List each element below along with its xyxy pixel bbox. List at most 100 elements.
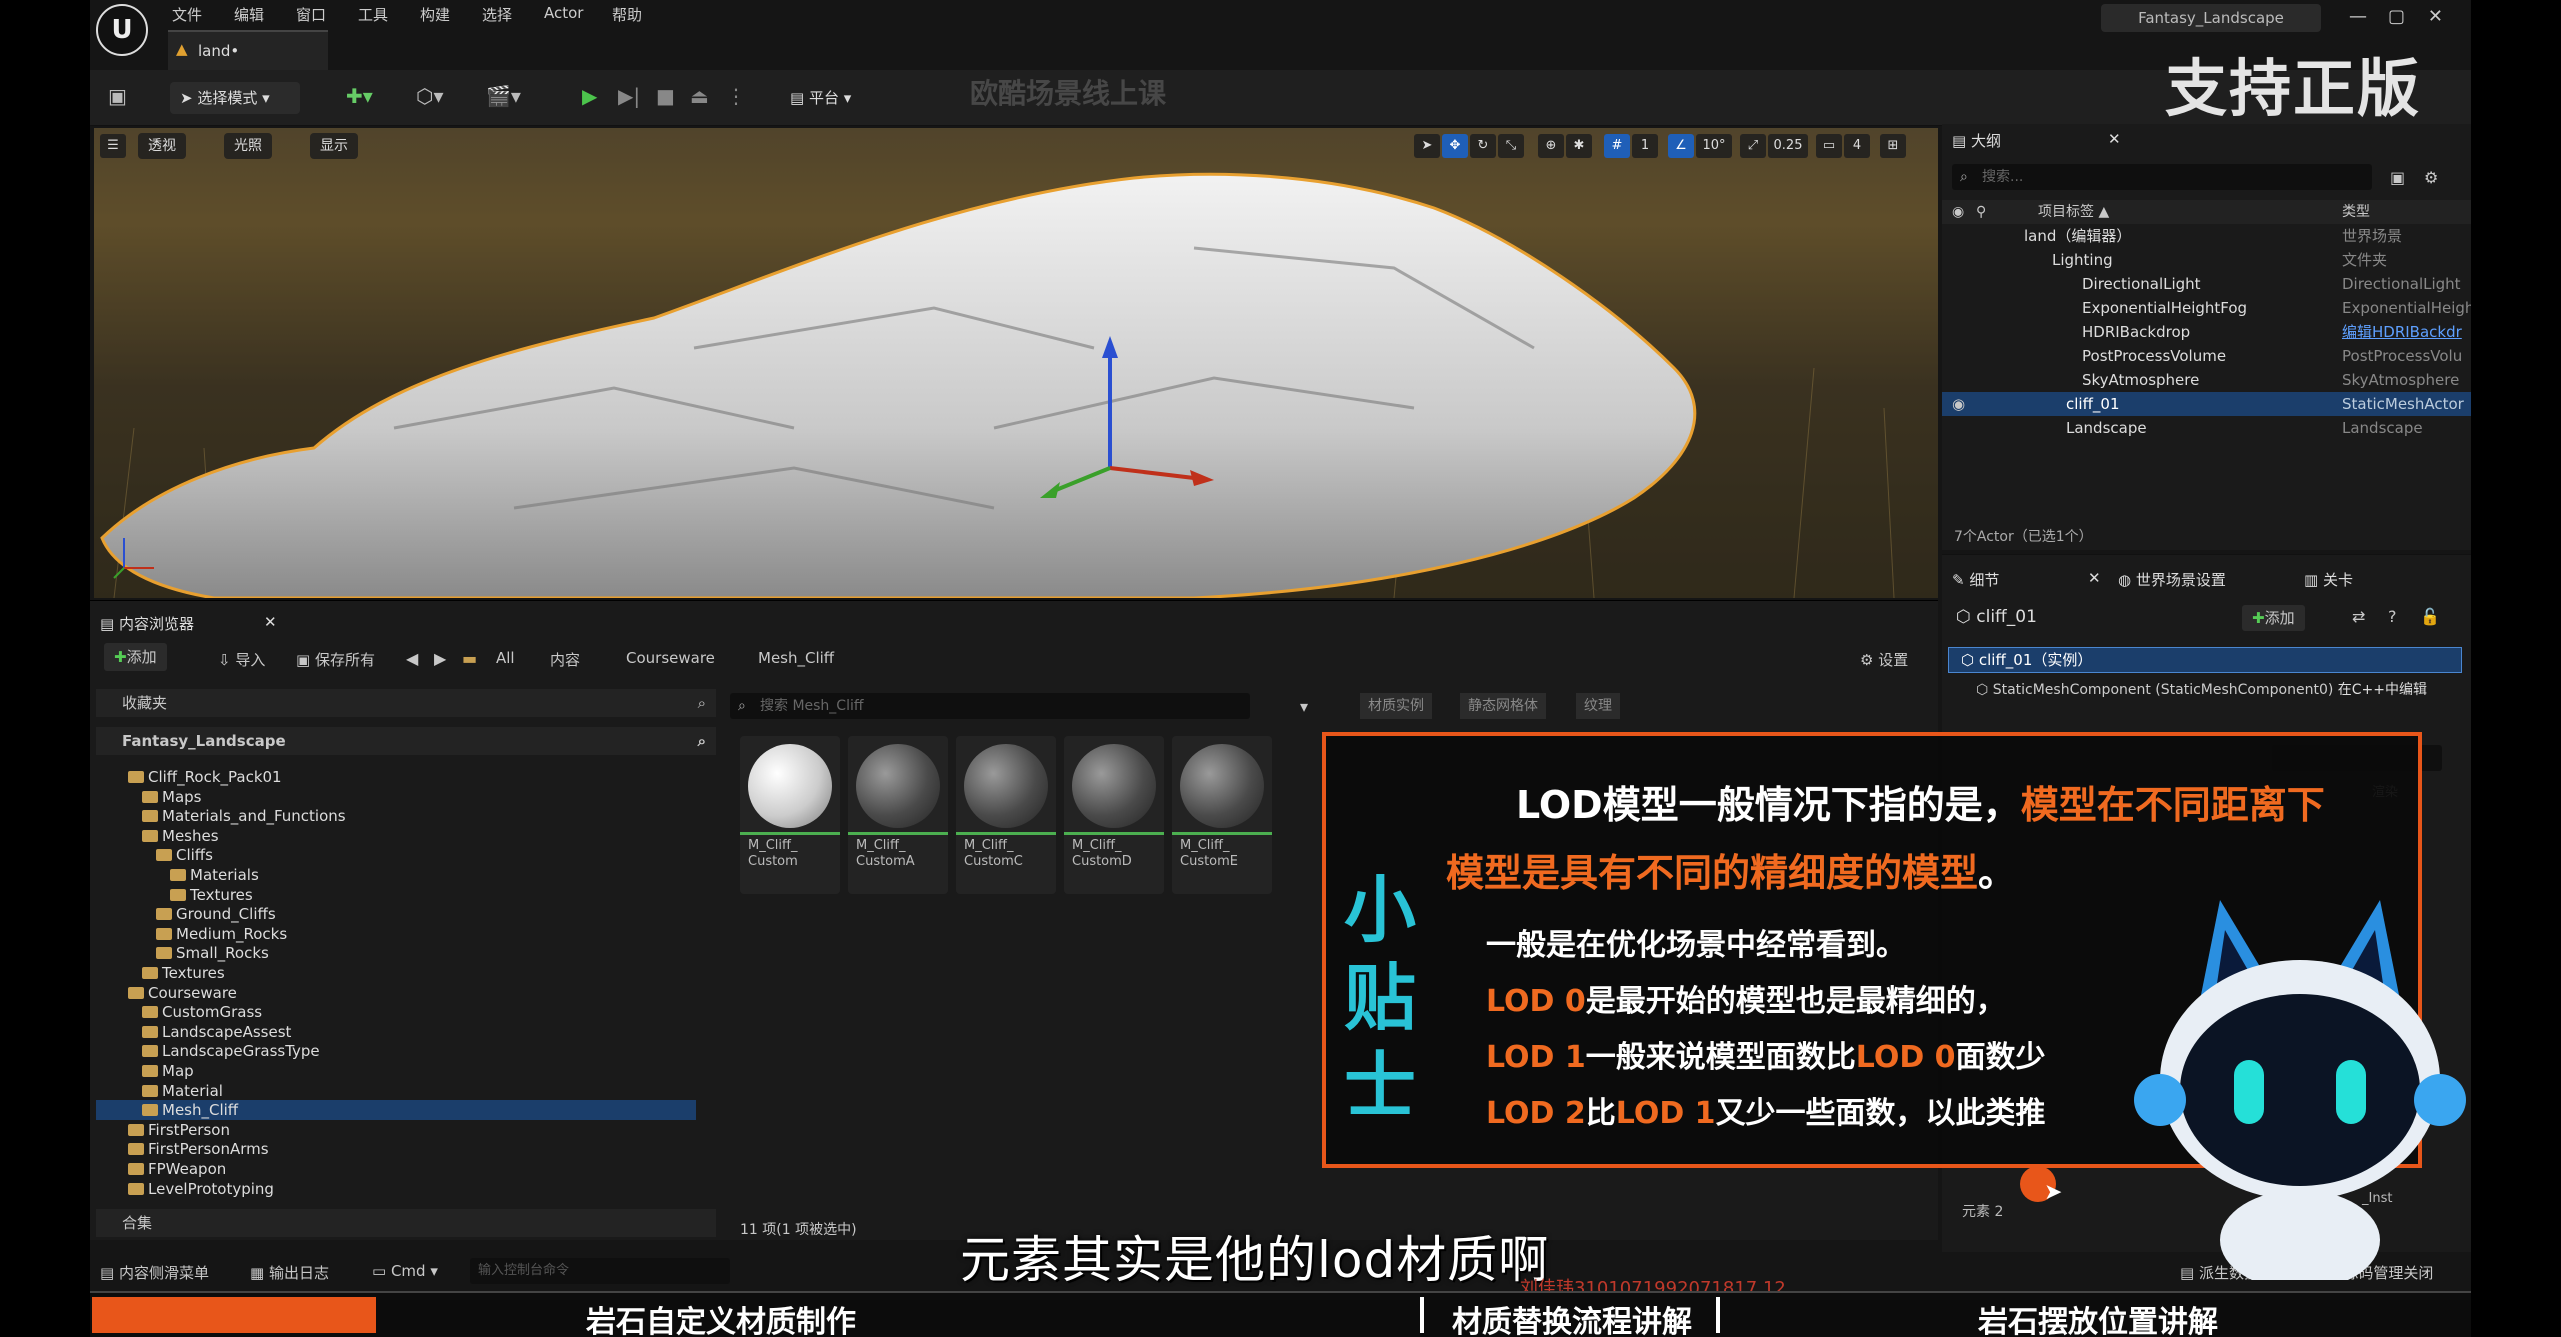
- tree-item[interactable]: LevelPrototyping: [128, 1179, 274, 1199]
- import-button[interactable]: ⇩ 导入: [218, 649, 265, 670]
- level-viewport[interactable]: ☰ 透视 光照 显示 ➤ ✥ ↻ ⤡ ⊕ ✱ # 1 ∠ 10° ⤢ 0.25 …: [94, 128, 1938, 598]
- console-input[interactable]: 输入控制台命令: [470, 1258, 730, 1284]
- help-icon[interactable]: ?: [2388, 607, 2397, 626]
- unreal-logo-icon[interactable]: U: [96, 4, 148, 56]
- minimize-icon[interactable]: —: [2349, 6, 2367, 27]
- scale-snap-icon[interactable]: ⤢: [1740, 134, 1766, 158]
- content-drawer-button[interactable]: ▤ 内容侧滑菜单: [100, 1262, 209, 1283]
- close-details-icon[interactable]: ✕: [2088, 569, 2101, 587]
- tree-item[interactable]: Maps: [142, 787, 201, 807]
- outliner-search-input[interactable]: ⌕ 搜索...: [1952, 164, 2372, 190]
- outliner-row[interactable]: HDRIBackdrop 编辑HDRIBackdr: [1942, 320, 2471, 344]
- outliner-row[interactable]: Landscape Landscape: [1942, 416, 2471, 440]
- menu-actor[interactable]: Actor: [544, 4, 583, 22]
- tab-details[interactable]: ✎ 细节: [1952, 569, 1999, 590]
- asset-tile[interactable]: M_Cliff_ CustomD: [1064, 736, 1164, 894]
- tab-level[interactable]: ▥ 关卡: [2304, 569, 2353, 590]
- tab-world-settings[interactable]: ◍ 世界场景设置: [2118, 569, 2226, 590]
- rotate-tool-icon[interactable]: ↻: [1470, 134, 1496, 158]
- tree-item[interactable]: LandscapeGrassType: [142, 1041, 320, 1061]
- close-content-icon[interactable]: ✕: [264, 613, 277, 631]
- settings-icon[interactable]: ⚙: [2424, 168, 2438, 187]
- play-icon[interactable]: ▶: [582, 84, 597, 108]
- tree-item[interactable]: Small_Rocks: [156, 943, 269, 963]
- filter-material-instance[interactable]: 材质实例: [1360, 693, 1432, 719]
- outliner-row-selected[interactable]: ◉ cliff_01 StaticMeshActor: [1942, 392, 2471, 416]
- tree-item-selected[interactable]: Mesh_Cliff: [96, 1100, 696, 1121]
- select-mode-dropdown[interactable]: ➤ 选择模式 ▾: [170, 82, 300, 114]
- tree-item[interactable]: Medium_Rocks: [156, 924, 287, 944]
- platform-dropdown[interactable]: ▤ 平台 ▾: [780, 82, 861, 114]
- pin-icon[interactable]: ⚲: [1976, 200, 1986, 224]
- tree-item[interactable]: Textures: [142, 963, 225, 983]
- folder-icon[interactable]: ▬: [462, 649, 477, 668]
- col-type[interactable]: 类型: [2342, 200, 2370, 224]
- outliner-row[interactable]: PostProcessVolume PostProcessVolu: [1942, 344, 2471, 368]
- blueprint-icon[interactable]: ⇄: [2352, 607, 2365, 626]
- tree-item[interactable]: CustomGrass: [142, 1002, 262, 1022]
- add-component-button[interactable]: ✚添加: [2242, 605, 2305, 631]
- angle-snap-value[interactable]: 10°: [1696, 134, 1732, 158]
- more-icon[interactable]: ⋮: [726, 84, 746, 108]
- outliner-row[interactable]: SkyAtmosphere SkyAtmosphere: [1942, 368, 2471, 392]
- outliner-row[interactable]: ExponentialHeightFog ExponentialHeigh: [1942, 296, 2471, 320]
- menu-window[interactable]: 窗口: [296, 4, 326, 25]
- menu-tools[interactable]: 工具: [358, 4, 388, 25]
- stop-icon[interactable]: ■: [656, 84, 675, 108]
- outliner-row[interactable]: land（编辑器） 世界场景: [1942, 224, 2471, 248]
- camera-speed-icon[interactable]: ▭: [1816, 134, 1842, 158]
- outliner-row[interactable]: DirectionalLight DirectionalLight: [1942, 272, 2471, 296]
- menu-build[interactable]: 构建: [420, 4, 450, 25]
- favorites-section[interactable]: 收藏夹 ⌕: [96, 689, 716, 717]
- project-section[interactable]: Fantasy_Landscape ⌕: [96, 727, 716, 755]
- world-space-icon[interactable]: ⊕: [1538, 134, 1564, 158]
- tree-item[interactable]: LandscapeAssest: [142, 1022, 291, 1042]
- lock-icon[interactable]: 🔓: [2420, 607, 2440, 626]
- visibility-icon[interactable]: ◉: [1952, 200, 1964, 224]
- select-tool-icon[interactable]: ➤: [1414, 134, 1440, 158]
- component-row[interactable]: ⬡ StaticMeshComponent (StaticMeshCompone…: [1976, 679, 2427, 699]
- tree-item[interactable]: Cliff_Rock_Pack01: [128, 767, 282, 787]
- tree-item[interactable]: Materials_and_Functions: [142, 806, 346, 826]
- collections-section[interactable]: 合集: [96, 1209, 716, 1237]
- tree-item[interactable]: FirstPerson: [128, 1120, 230, 1140]
- asset-tile[interactable]: M_Cliff_ CustomC: [956, 736, 1056, 894]
- tree-item[interactable]: Map: [142, 1061, 194, 1081]
- tree-item[interactable]: Courseware: [128, 983, 237, 1003]
- settings-button[interactable]: ⚙ 设置: [1860, 649, 1908, 670]
- tab-outliner[interactable]: ▤ 大纲: [1952, 130, 2001, 151]
- chapter-3[interactable]: 岩石摆放位置讲解: [1978, 1297, 2218, 1337]
- blueprint-icon[interactable]: ⬡▾: [416, 84, 444, 108]
- close-icon[interactable]: ✕: [2428, 6, 2443, 27]
- tree-item[interactable]: FPWeapon: [128, 1159, 226, 1179]
- tree-item[interactable]: Meshes: [142, 826, 219, 846]
- breadcrumb-content[interactable]: 内容: [550, 649, 580, 670]
- surface-snap-icon[interactable]: ✱: [1566, 134, 1592, 158]
- chapter-1[interactable]: 岩石自定义材质制作: [586, 1297, 856, 1337]
- save-all-button[interactable]: ▣ 保存所有: [296, 649, 375, 670]
- eject-icon[interactable]: ⏏: [690, 84, 709, 108]
- chapter-progress[interactable]: [92, 1297, 376, 1333]
- close-outliner-icon[interactable]: ✕: [2108, 130, 2121, 148]
- breadcrumb-courseware[interactable]: Courseware: [626, 649, 715, 667]
- tree-item[interactable]: Material: [142, 1081, 223, 1101]
- show-button[interactable]: 显示: [310, 133, 358, 159]
- asset-tile[interactable]: M_Cliff_ CustomA: [848, 736, 948, 894]
- asset-search-input[interactable]: ⌕ 搜索 Mesh_Cliff: [730, 693, 1250, 719]
- translate-tool-icon[interactable]: ✥: [1442, 134, 1468, 158]
- forward-icon[interactable]: ▶: [434, 649, 446, 668]
- scale-tool-icon[interactable]: ⤡: [1498, 134, 1524, 158]
- search-icon[interactable]: ⌕: [698, 689, 706, 717]
- output-log-button[interactable]: ▦ 输出日志: [250, 1262, 329, 1283]
- asset-tile[interactable]: M_Cliff_ CustomE: [1172, 736, 1272, 894]
- perspective-button[interactable]: 透视: [138, 133, 186, 159]
- add-actor-icon[interactable]: ✚▾: [346, 84, 373, 108]
- level-tab[interactable]: ▲ land•: [168, 30, 328, 70]
- grid-size-value[interactable]: 1: [1632, 134, 1658, 158]
- menu-select[interactable]: 选择: [482, 4, 512, 25]
- asset-tile[interactable]: M_Cliff_ Custom: [740, 736, 840, 894]
- outliner-row[interactable]: Lighting 文件夹: [1942, 248, 2471, 272]
- angle-snap-icon[interactable]: ∠: [1668, 134, 1694, 158]
- hamburger-icon[interactable]: ☰: [100, 134, 126, 158]
- menu-help[interactable]: 帮助: [612, 4, 642, 25]
